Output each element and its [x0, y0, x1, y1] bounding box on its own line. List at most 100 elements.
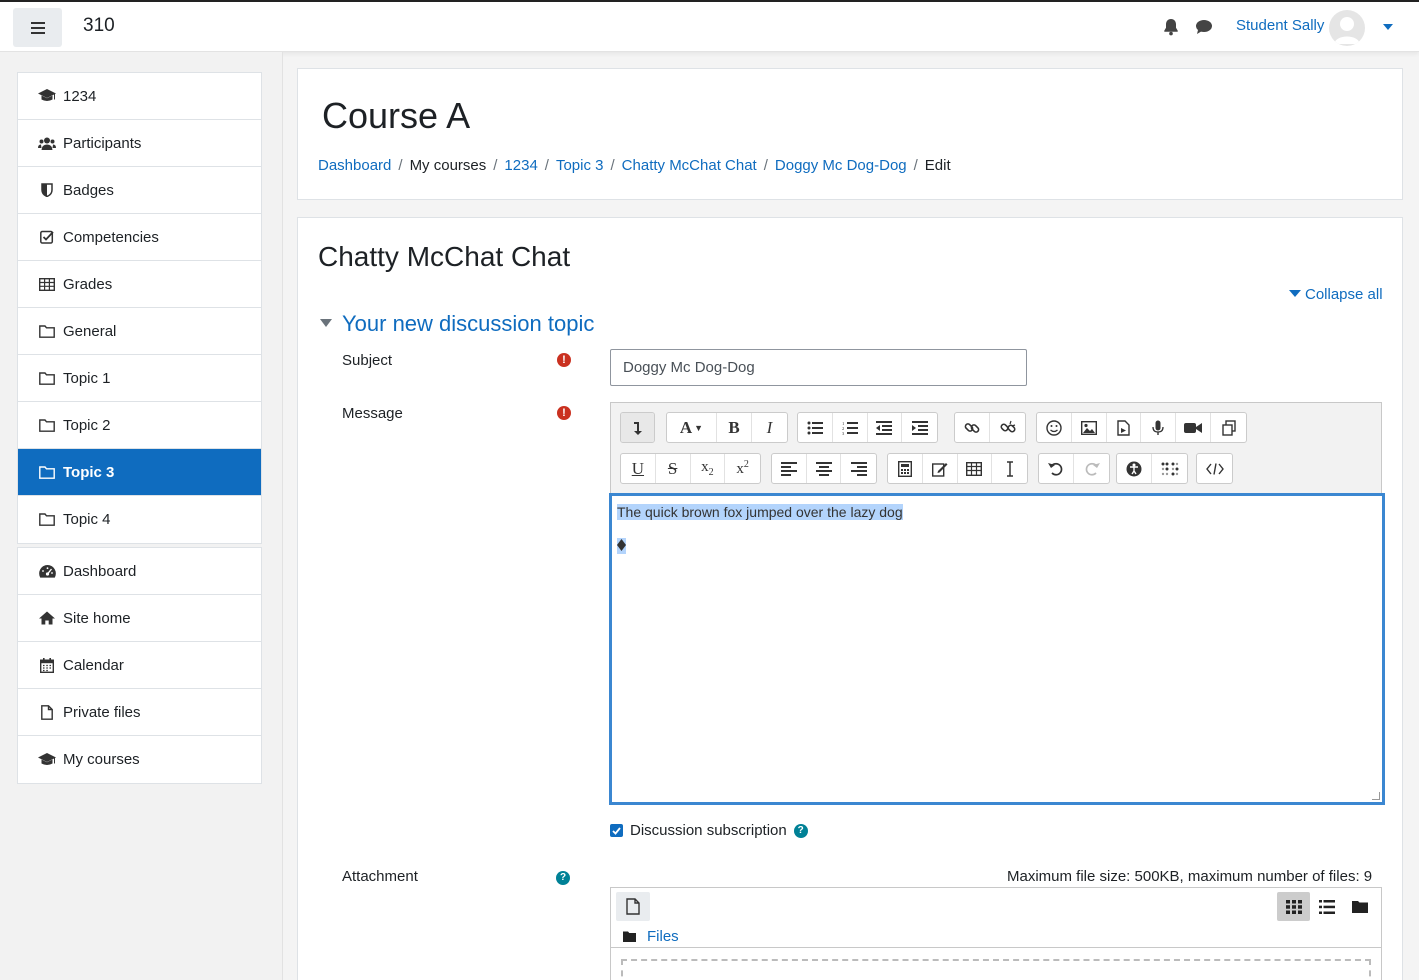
link-button[interactable]: [955, 413, 990, 442]
chat-icon[interactable]: [1195, 19, 1213, 35]
screenreader-helper-button[interactable]: [1152, 454, 1187, 483]
view-icons-button[interactable]: [1277, 892, 1310, 921]
menu-toggle-button[interactable]: [13, 8, 62, 47]
sidebar-item-site-home[interactable]: Site home: [18, 595, 261, 642]
sidebar-item-1234[interactable]: 1234: [18, 73, 261, 120]
sidebar-item-topic-1[interactable]: Topic 1: [18, 355, 261, 402]
table-button[interactable]: [958, 454, 993, 483]
files-root-link[interactable]: Files: [647, 928, 679, 945]
check-square-icon: [38, 229, 56, 245]
align-right-button[interactable]: [841, 454, 876, 483]
strikethrough-icon: S: [667, 458, 678, 478]
breadcrumb-course[interactable]: 1234: [504, 157, 537, 174]
clear-formatting-button[interactable]: [992, 454, 1027, 483]
collapse-all-link[interactable]: Collapse all: [1289, 286, 1383, 303]
folder-icon: [38, 417, 56, 433]
sidebar-item-label: Site home: [63, 609, 131, 627]
folder-icon: [1351, 901, 1368, 913]
sidebar-item-topic-2[interactable]: Topic 2: [18, 402, 261, 449]
record-video-button[interactable]: [1176, 413, 1212, 442]
redo-button[interactable]: [1074, 454, 1109, 483]
folder-icon: [38, 370, 56, 386]
breadcrumb-discussion[interactable]: Doggy Mc Dog-Dog: [775, 157, 907, 174]
collapse-toolbar-button[interactable]: [621, 413, 654, 442]
superscript-button[interactable]: x2: [725, 454, 760, 483]
file-drop-zone[interactable]: [621, 959, 1371, 980]
breadcrumb-edit: Edit: [924, 157, 951, 174]
unordered-list-button[interactable]: [798, 413, 833, 442]
sidebar-item-topic-4[interactable]: Topic 4: [18, 496, 261, 543]
manage-files-button[interactable]: [1211, 413, 1246, 442]
sidebar-item-label: My courses: [63, 751, 140, 768]
breadcrumb: Dashboard / My courses/1234/Topic 3/Chatty…: [318, 157, 951, 174]
resize-handle[interactable]: [1372, 792, 1380, 800]
breadcrumb-dashboard[interactable]: Dashboard: [318, 157, 391, 174]
align-left-button[interactable]: [772, 454, 807, 483]
italic-button[interactable]: I: [752, 413, 787, 442]
bell-icon[interactable]: [1163, 18, 1179, 36]
sidebar-item-competencies[interactable]: Competencies: [18, 214, 261, 261]
sidebar-item-topic-3[interactable]: Topic 3: [18, 449, 261, 496]
help-icon[interactable]: ?: [556, 871, 570, 885]
special-character-button[interactable]: [923, 454, 958, 483]
ordered-list-button[interactable]: 123: [833, 413, 868, 442]
tachometer-icon: [38, 563, 56, 579]
add-file-button[interactable]: [616, 892, 650, 921]
view-details-button[interactable]: [1310, 892, 1343, 921]
subject-input[interactable]: [610, 349, 1027, 386]
table-icon: [38, 276, 56, 292]
user-menu-name[interactable]: Student Sally: [1236, 17, 1324, 34]
indent-button[interactable]: [902, 413, 937, 442]
subject-label: Subject: [342, 352, 393, 369]
media-button[interactable]: [1107, 413, 1142, 442]
unlink-icon: [999, 420, 1016, 433]
sidebar-item-dashboard[interactable]: Dashboard: [18, 548, 261, 595]
section-toggle[interactable]: Your new discussion topic: [320, 311, 594, 337]
align-center-button[interactable]: [807, 454, 842, 483]
sidebar-item-calendar[interactable]: Calendar: [18, 642, 261, 689]
undo-button[interactable]: [1039, 454, 1074, 483]
accessibility-checker-button[interactable]: [1117, 454, 1152, 483]
sidebar-item-general[interactable]: General: [18, 308, 261, 355]
message-label: Message: [342, 405, 403, 422]
pencil-square-icon: [931, 462, 948, 477]
microphone-icon: [1152, 420, 1165, 435]
view-switcher: [1277, 892, 1378, 921]
image-button[interactable]: [1072, 413, 1107, 442]
chevron-down-icon[interactable]: [1383, 24, 1393, 30]
navbar: 310 Student Sally: [0, 0, 1419, 52]
message-content-editable[interactable]: The quick brown fox jumped over the lazy…: [609, 493, 1385, 805]
breadcrumb-forum[interactable]: Chatty McChat Chat: [622, 157, 757, 174]
level-down-icon: [633, 421, 642, 435]
sidebar-item-label: General: [63, 322, 117, 340]
help-icon[interactable]: ?: [793, 823, 808, 838]
outdent-button[interactable]: [868, 413, 903, 442]
font-style-button[interactable]: A ▼: [667, 413, 717, 442]
html-source-button[interactable]: [1197, 454, 1232, 483]
subscript-button[interactable]: x2: [691, 454, 726, 483]
sidebar-item-badges[interactable]: Badges: [18, 167, 261, 214]
bold-button[interactable]: B: [717, 413, 752, 442]
underline-button[interactable]: U: [621, 454, 656, 483]
equation-button[interactable]: [888, 454, 923, 483]
view-tree-button[interactable]: [1343, 892, 1376, 921]
record-audio-button[interactable]: [1141, 413, 1177, 442]
font-icon: A: [679, 417, 693, 437]
unlink-button[interactable]: [990, 413, 1025, 442]
strikethrough-button[interactable]: S: [656, 454, 691, 483]
site-name[interactable]: 310: [83, 15, 115, 37]
subscription-checkbox[interactable]: [610, 824, 623, 837]
sidebar-item-my-courses[interactable]: My courses: [18, 736, 261, 783]
sidebar-item-participants[interactable]: Participants: [18, 120, 261, 167]
graduation-cap-icon: [38, 752, 56, 768]
breadcrumb-topic[interactable]: Topic 3: [556, 157, 604, 174]
align-left-icon: [780, 461, 797, 476]
sidebar-item-private-files[interactable]: Private files: [18, 689, 261, 736]
attachment-label: Attachment: [342, 868, 418, 885]
avatar[interactable]: [1329, 10, 1365, 46]
emoji-button[interactable]: [1037, 413, 1072, 442]
sidebar-item-grades[interactable]: Grades: [18, 261, 261, 308]
required-icon: !: [557, 353, 571, 367]
folder-icon: [623, 931, 636, 942]
grid-icon: [1285, 899, 1302, 914]
